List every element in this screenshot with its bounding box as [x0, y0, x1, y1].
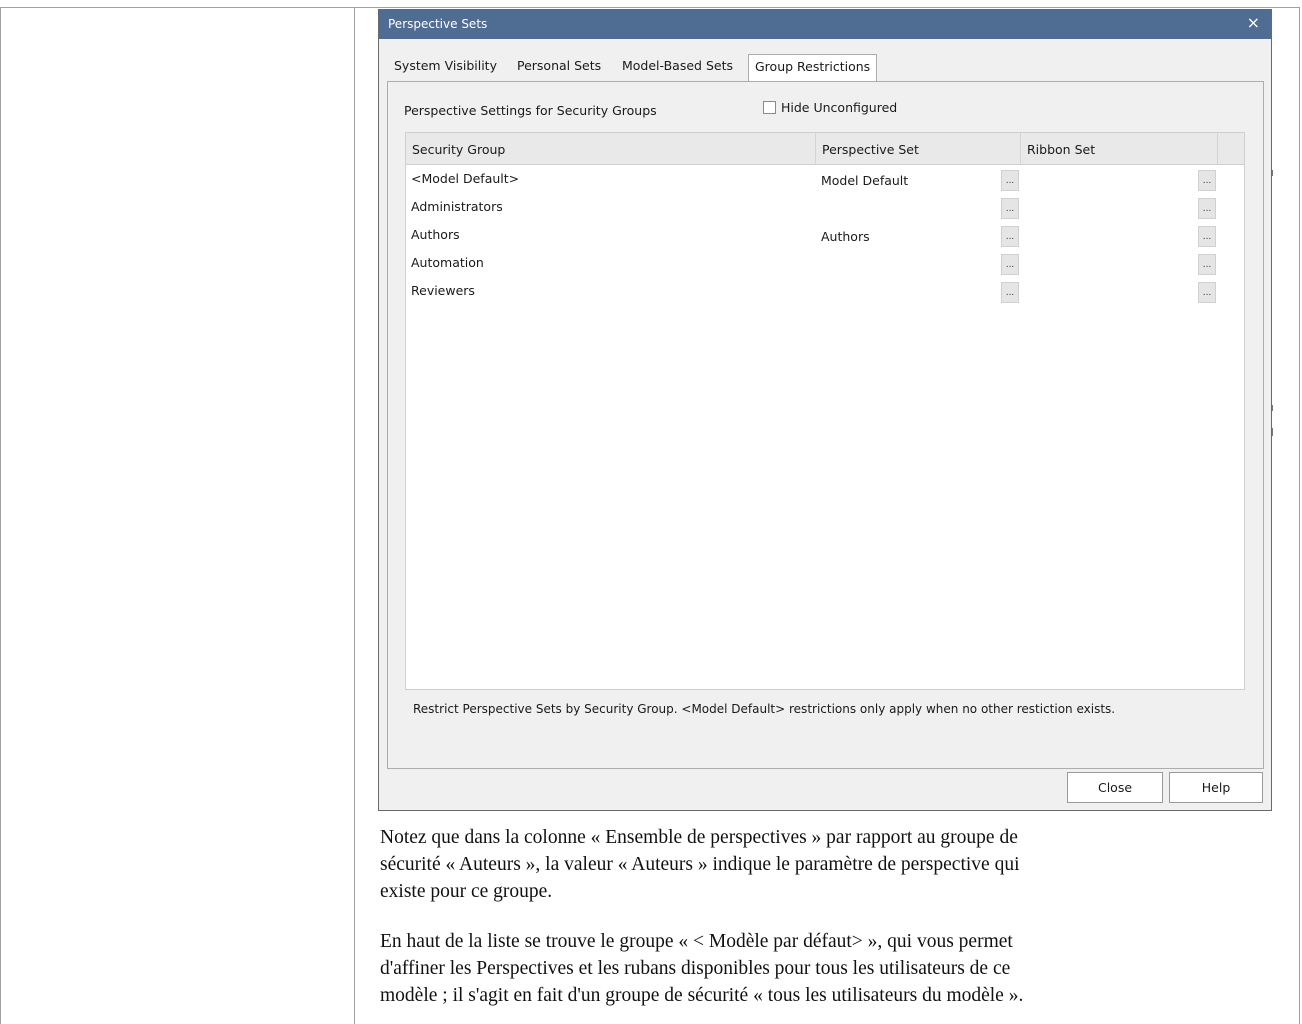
- dialog-titlebar: Perspective Sets ×: [379, 10, 1271, 39]
- paragraph-line: sécurité « Auteurs », la valeur « Auteur…: [380, 854, 1020, 875]
- ribbon-set-browse-button[interactable]: ...: [1198, 198, 1216, 219]
- perspective-set-browse-button[interactable]: ...: [1001, 282, 1019, 303]
- perspective-set-cell: Model Default: [821, 173, 909, 188]
- grid-header: Security Group Perspective Set Ribbon Se…: [406, 133, 1244, 165]
- close-button[interactable]: Close: [1067, 772, 1163, 803]
- tab-personal-sets[interactable]: Personal Sets: [517, 58, 601, 73]
- column-header-ribbon-set[interactable]: Ribbon Set: [1027, 142, 1095, 157]
- table-row[interactable]: <Model Default> Model Default ... ...: [406, 166, 1244, 194]
- dialog-title: Perspective Sets: [388, 17, 488, 31]
- table-row[interactable]: Reviewers ... ...: [406, 278, 1244, 306]
- column-separator[interactable]: [1217, 133, 1218, 164]
- paragraph-line: modèle ; il s'agit en fait d'un groupe d…: [380, 985, 1024, 1006]
- checkbox-box[interactable]: [763, 101, 776, 114]
- security-group-grid: Security Group Perspective Set Ribbon Se…: [405, 132, 1245, 690]
- perspective-set-browse-button[interactable]: ...: [1001, 226, 1019, 247]
- table-row[interactable]: Authors Authors ... ...: [406, 222, 1244, 250]
- security-group-cell: Reviewers: [411, 283, 475, 298]
- column-separator[interactable]: [1020, 133, 1021, 164]
- table-row[interactable]: Automation ... ...: [406, 250, 1244, 278]
- ribbon-set-browse-button[interactable]: ...: [1198, 170, 1216, 191]
- table-row[interactable]: Administrators ... ...: [406, 194, 1244, 222]
- perspective-set-browse-button[interactable]: ...: [1001, 170, 1019, 191]
- paragraph-1: Notez que dans la colonne « Ensemble de …: [380, 824, 1280, 905]
- restriction-hint-text: Restrict Perspective Sets by Security Gr…: [413, 702, 1116, 716]
- paragraph-line: Notez que dans la colonne « Ensemble de …: [380, 827, 1018, 848]
- tab-group-restrictions[interactable]: Group Restrictions: [748, 54, 878, 81]
- security-group-cell: Automation: [411, 255, 484, 270]
- security-group-cell: Administrators: [411, 199, 503, 214]
- security-group-cell: <Model Default>: [411, 171, 520, 186]
- hide-unconfigured-label: Hide Unconfigured: [781, 100, 898, 115]
- paragraph-line: existe pour ce groupe.: [380, 881, 553, 902]
- perspective-set-cell: Authors: [821, 229, 870, 244]
- ribbon-set-browse-button[interactable]: ...: [1198, 226, 1216, 247]
- paragraph-2: En haut de la liste se trouve le groupe …: [380, 928, 1280, 1009]
- column-separator[interactable]: [815, 133, 816, 164]
- paragraph-line: d'affiner les Perspectives et les rubans…: [380, 958, 1011, 979]
- perspective-set-browse-button[interactable]: ...: [1001, 254, 1019, 275]
- hide-unconfigured-checkbox[interactable]: Hide Unconfigured: [763, 100, 897, 115]
- table-column-divider: [354, 7, 355, 1024]
- security-group-cell: Authors: [411, 227, 460, 242]
- tab-system-visibility[interactable]: System Visibility: [394, 58, 497, 73]
- help-button[interactable]: Help: [1169, 772, 1263, 803]
- paragraph-line: En haut de la liste se trouve le groupe …: [380, 931, 1013, 952]
- perspective-set-browse-button[interactable]: ...: [1001, 198, 1019, 219]
- perspective-sets-dialog: Perspective Sets × System Visibility Per…: [378, 9, 1272, 811]
- column-header-security-group[interactable]: Security Group: [412, 142, 505, 157]
- ribbon-set-browse-button[interactable]: ...: [1198, 254, 1216, 275]
- ribbon-set-browse-button[interactable]: ...: [1198, 282, 1216, 303]
- close-icon[interactable]: ×: [1247, 13, 1260, 32]
- tab-model-based-sets[interactable]: Model-Based Sets: [622, 58, 733, 73]
- section-label: Perspective Settings for Security Groups: [404, 103, 657, 118]
- column-header-perspective-set[interactable]: Perspective Set: [822, 142, 919, 157]
